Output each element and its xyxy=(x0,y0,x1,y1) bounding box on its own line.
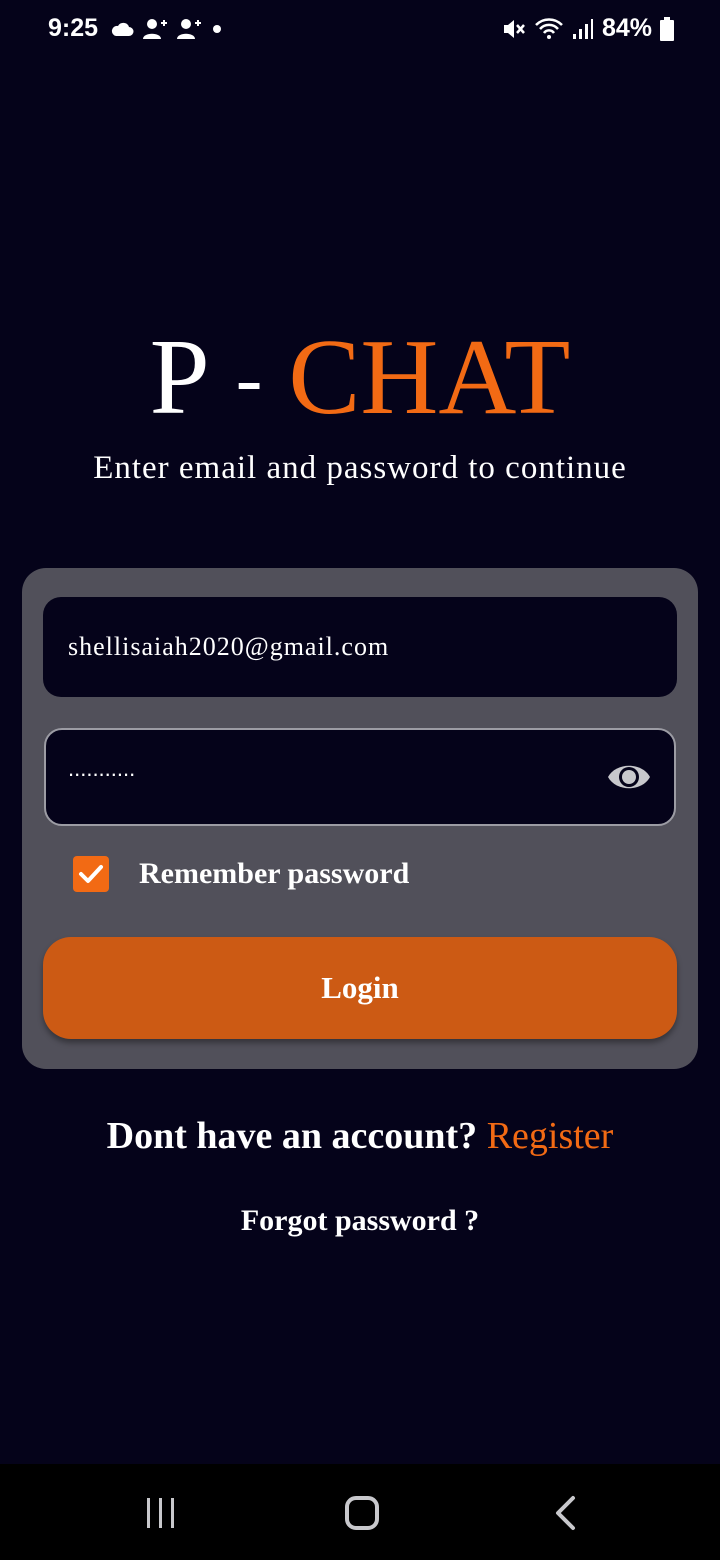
battery-level: 84% xyxy=(601,14,652,42)
register-row: Dont have an account? Register xyxy=(0,1114,720,1158)
status-time: 9:25 xyxy=(48,14,99,42)
cloud-icon xyxy=(111,22,134,36)
dot-icon xyxy=(213,25,221,33)
email-value: shellisaiah2020@gmail.com xyxy=(68,632,390,661)
recents-icon xyxy=(147,1498,174,1528)
wifi-icon xyxy=(535,17,563,39)
eye-icon[interactable] xyxy=(606,758,652,796)
password-value: ........... xyxy=(68,756,136,781)
forgot-password-link[interactable]: Forgot password ? xyxy=(0,1204,720,1238)
register-link[interactable]: Register xyxy=(487,1115,614,1157)
status-bar: 9:25 84% xyxy=(0,0,720,62)
subtitle: Enter email and password to continue xyxy=(93,450,627,486)
remember-checkbox[interactable] xyxy=(73,856,109,892)
checkmark-icon xyxy=(79,865,103,883)
status-right: 84% xyxy=(502,14,674,43)
remember-row[interactable]: Remember password xyxy=(73,856,409,892)
home-button[interactable] xyxy=(337,1488,387,1538)
signal-icon xyxy=(572,18,593,39)
app-title-p: P xyxy=(149,318,210,437)
recents-button[interactable] xyxy=(136,1488,186,1538)
app-title: P - CHAT xyxy=(0,318,720,447)
nav-bar xyxy=(0,1464,720,1560)
person-add-icon xyxy=(143,19,167,39)
register-prompt: Dont have an account? xyxy=(106,1115,478,1157)
home-icon xyxy=(345,1496,379,1530)
person-add-icon xyxy=(177,19,201,39)
login-card: shellisaiah2020@gmail.com ........... Re… xyxy=(22,568,698,1069)
password-field[interactable]: ........... xyxy=(44,728,676,826)
status-left-icons xyxy=(110,18,224,40)
battery-icon xyxy=(660,16,674,41)
email-field[interactable]: shellisaiah2020@gmail.com xyxy=(43,597,677,697)
app-title-chat: CHAT xyxy=(288,318,571,437)
login-button[interactable]: Login xyxy=(43,937,677,1039)
mute-icon xyxy=(503,19,525,38)
back-button[interactable] xyxy=(540,1488,590,1538)
app-title-dash: - xyxy=(235,335,263,423)
back-icon xyxy=(556,1496,575,1530)
remember-label: Remember password xyxy=(139,857,410,890)
